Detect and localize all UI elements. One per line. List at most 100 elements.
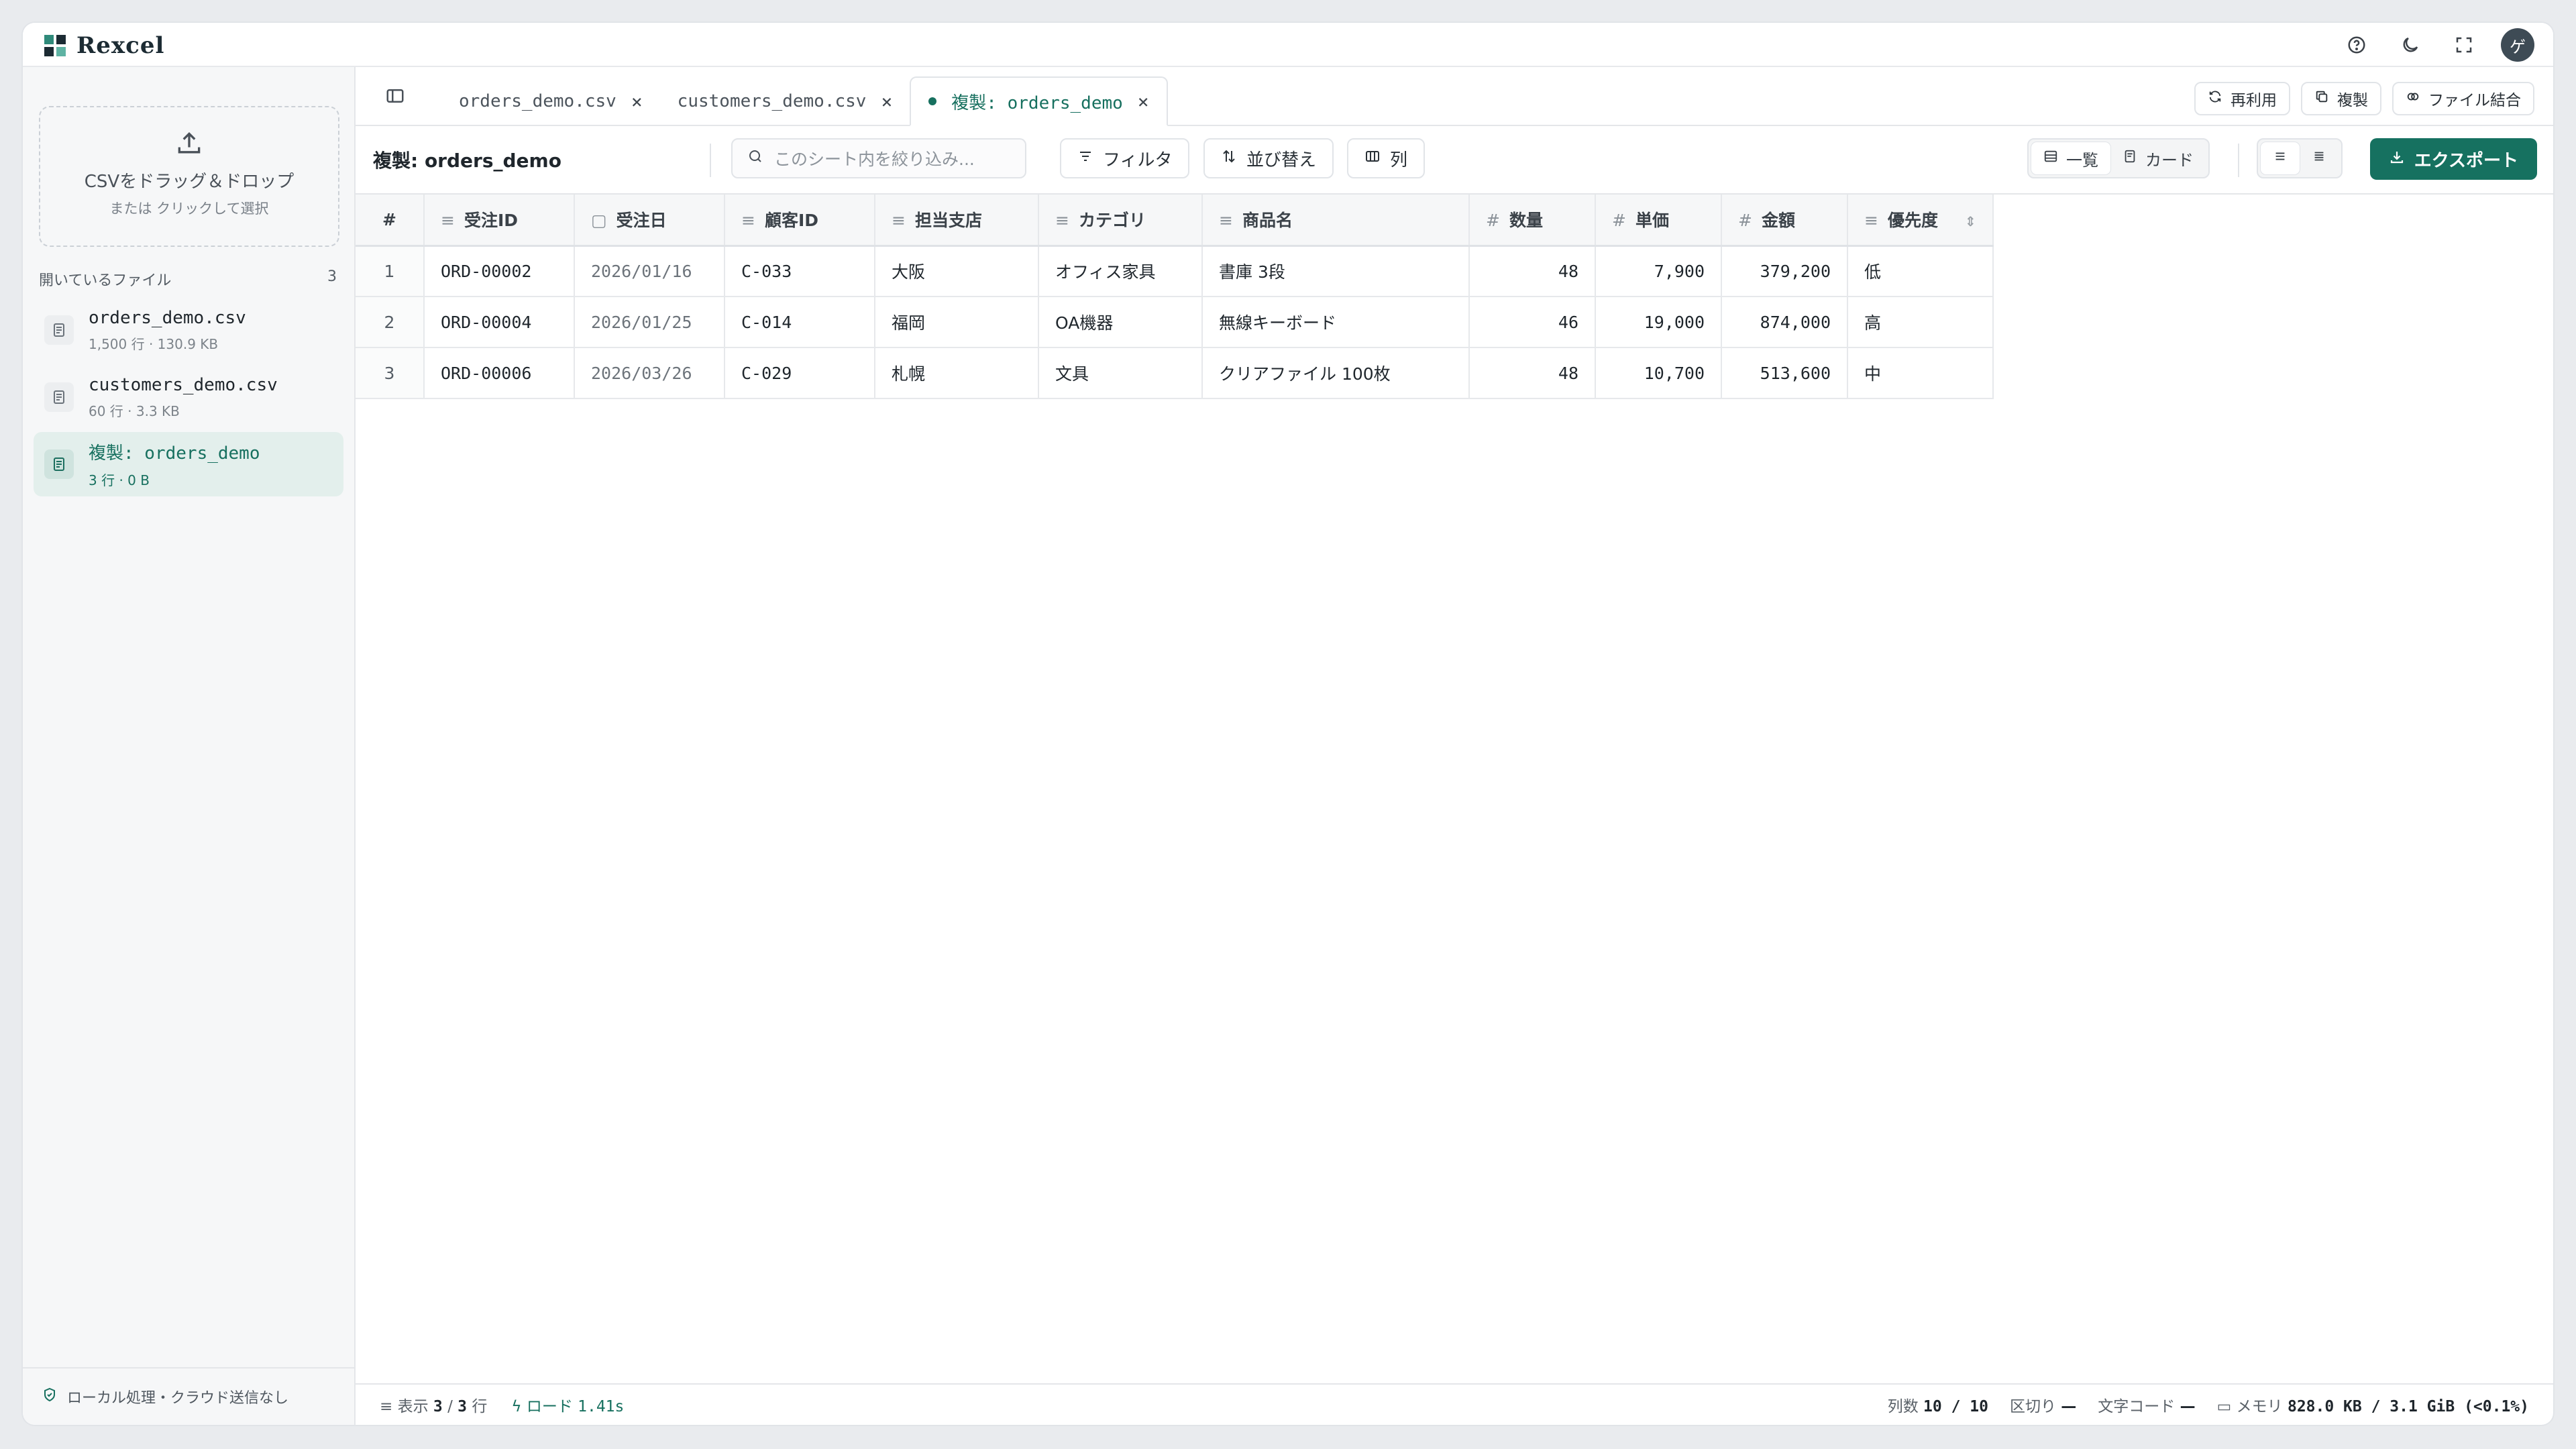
open-file-list: orders_demo.csv 1,500 行 · 130.9 KB custo… [34,298,343,499]
reuse-button[interactable]: 再利用 [2194,82,2290,115]
dark-mode-icon[interactable] [2394,28,2427,62]
close-icon[interactable]: × [1138,91,1149,113]
row-number: 2 [356,297,425,348]
column-header[interactable]: ≡ 顧客ID [724,195,875,247]
column-header[interactable]: ≡ 商品名 [1202,195,1470,247]
tab-duplicate-orders[interactable]: 複製: orders_demo × [910,76,1168,126]
table-cell[interactable]: 2026/01/16 [574,246,725,297]
density-comfortable-option[interactable] [2261,142,2300,174]
table-header-row: # ≡ 受注ID ▢ 受注日 ≡ 顧客ID ≡ 担当支店 ≡ カテゴリ ≡ 商品名 # 数量 … [356,195,1994,247]
table-cell[interactable]: クリアファイル 100枚 [1202,347,1470,399]
table-cell[interactable]: C-029 [724,347,875,399]
search-icon [747,148,763,168]
load-time: ϟ ロード 1.41s [511,1393,624,1416]
view-mode-toggle: 一覧 カード [2027,138,2210,178]
filter-button[interactable]: フィルタ [1060,138,1190,178]
table-cell[interactable]: 10,700 [1595,347,1722,399]
display-label: 表示 [397,1398,429,1415]
tab-label: customers_demo.csv [677,91,867,111]
app-logo[interactable]: Rexcel [43,32,164,59]
column-header-label: カテゴリ [1078,211,1146,231]
export-button[interactable]: エクスポート [2369,138,2537,180]
table-cell[interactable]: 48 [1469,246,1596,297]
delimiter-value: — [2061,1398,2077,1415]
open-files-heading: 開いているファイル 3 [39,268,337,290]
table-cell[interactable]: 中 [1847,347,1994,399]
table-cell[interactable]: ORD-00006 [424,347,575,399]
privacy-note-text: ローカル処理・クラウド送信なし [67,1390,289,1407]
column-header[interactable]: ▢ 受注日 [574,195,725,247]
duplicate-button[interactable]: 複製 [2301,82,2381,115]
table-cell[interactable]: 2026/01/25 [574,297,725,348]
refresh-icon [2208,89,2222,108]
link-icon [2406,89,2420,108]
table-cell[interactable]: 379,200 [1721,246,1848,297]
file-name: orders_demo.csv [89,307,246,328]
file-item-customers[interactable]: customers_demo.csv 60 行 · 3.3 KB [34,365,343,429]
column-header[interactable]: # 単価 [1595,195,1722,247]
encoding-value: — [2180,1398,2196,1415]
view-list-option[interactable]: 一覧 [2031,142,2110,174]
column-header[interactable]: ≡ 受注ID [424,195,575,247]
table-row[interactable]: 3 ORD-00006 2026/03/26 C-029 札幌 文具 クリアファ… [356,347,1994,399]
table-cell[interactable]: 48 [1469,347,1596,399]
table-row[interactable]: 2 ORD-00004 2026/01/25 C-014 福岡 OA機器 無線キ… [356,297,1994,348]
table-cell[interactable]: 低 [1847,246,1994,297]
table-cell[interactable]: 札幌 [875,347,1039,399]
table-cell[interactable]: ORD-00004 [424,297,575,348]
table-cell[interactable]: 7,900 [1595,246,1722,297]
number-type-icon: # [1612,211,1626,231]
rexcel-logo-icon [43,34,67,58]
column-header-label: 単価 [1635,211,1669,231]
sort-toggle-icon[interactable]: ⇕ [1965,213,1976,229]
tab-customers-demo[interactable]: customers_demo.csv × [660,78,910,125]
sheet-search-input[interactable]: このシート内を絞り込み... [731,138,1026,178]
close-icon[interactable]: × [631,91,643,113]
list-icon: ≡ [380,1398,393,1415]
column-header-label: 優先度 [1887,211,1938,231]
column-header[interactable]: # 数量 [1469,195,1596,247]
table-cell[interactable]: C-033 [724,246,875,297]
file-item-duplicate-orders[interactable]: 複製: orders_demo 3 行 · 0 B [34,432,343,496]
column-header[interactable]: ≡ カテゴリ [1038,195,1203,247]
column-header[interactable]: ≡ 担当支店 [875,195,1039,247]
table-cell[interactable]: OA機器 [1038,297,1203,348]
column-header-label: 数量 [1509,211,1543,231]
table-cell[interactable]: 書庫 3段 [1202,246,1470,297]
column-header[interactable]: ≡ 優先度 ⇕ [1847,195,1994,247]
table-cell[interactable]: 文具 [1038,347,1203,399]
file-item-orders[interactable]: orders_demo.csv 1,500 行 · 130.9 KB [34,298,343,362]
number-type-icon: # [1486,211,1500,231]
table-cell[interactable]: 大阪 [875,246,1039,297]
view-card-option[interactable]: カード [2110,142,2206,174]
fullscreen-icon[interactable] [2447,28,2481,62]
table-cell[interactable]: C-014 [724,297,875,348]
table-cell[interactable]: 19,000 [1595,297,1722,348]
table-cell[interactable]: 福岡 [875,297,1039,348]
density-compact-option[interactable] [2300,142,2339,174]
table-cell[interactable]: オフィス家具 [1038,246,1203,297]
divider [710,144,711,177]
tab-orders-demo[interactable]: orders_demo.csv × [441,78,660,125]
help-icon[interactable] [2340,28,2373,62]
table-cell[interactable]: 46 [1469,297,1596,348]
table-cell[interactable]: 2026/03/26 [574,347,725,399]
table-cell[interactable]: 高 [1847,297,1994,348]
columns-label: 列 [1390,150,1408,170]
top-bar: Rexcel ゲ [23,23,2553,67]
table-cell[interactable]: 513,600 [1721,347,1848,399]
column-header[interactable]: # 金額 [1721,195,1848,247]
csv-dropzone[interactable]: CSVをドラッグ＆ドロップ または クリックして選択 [39,106,339,247]
user-avatar[interactable]: ゲ [2501,28,2534,62]
table-cell[interactable]: ORD-00002 [424,246,575,297]
sort-button[interactable]: 並び替え [1203,138,1334,178]
text-type-icon: ≡ [441,211,455,231]
table-cell[interactable]: 874,000 [1721,297,1848,348]
table-cell[interactable]: 無線キーボード [1202,297,1470,348]
table-row[interactable]: 1 ORD-00002 2026/01/16 C-033 大阪 オフィス家具 書… [356,246,1994,297]
columns-button[interactable]: 列 [1347,138,1426,178]
merge-files-button[interactable]: ファイル結合 [2392,82,2534,115]
sidebar-toggle-icon[interactable] [380,80,411,111]
close-icon[interactable]: × [881,91,892,113]
app-name: Rexcel [76,32,165,59]
